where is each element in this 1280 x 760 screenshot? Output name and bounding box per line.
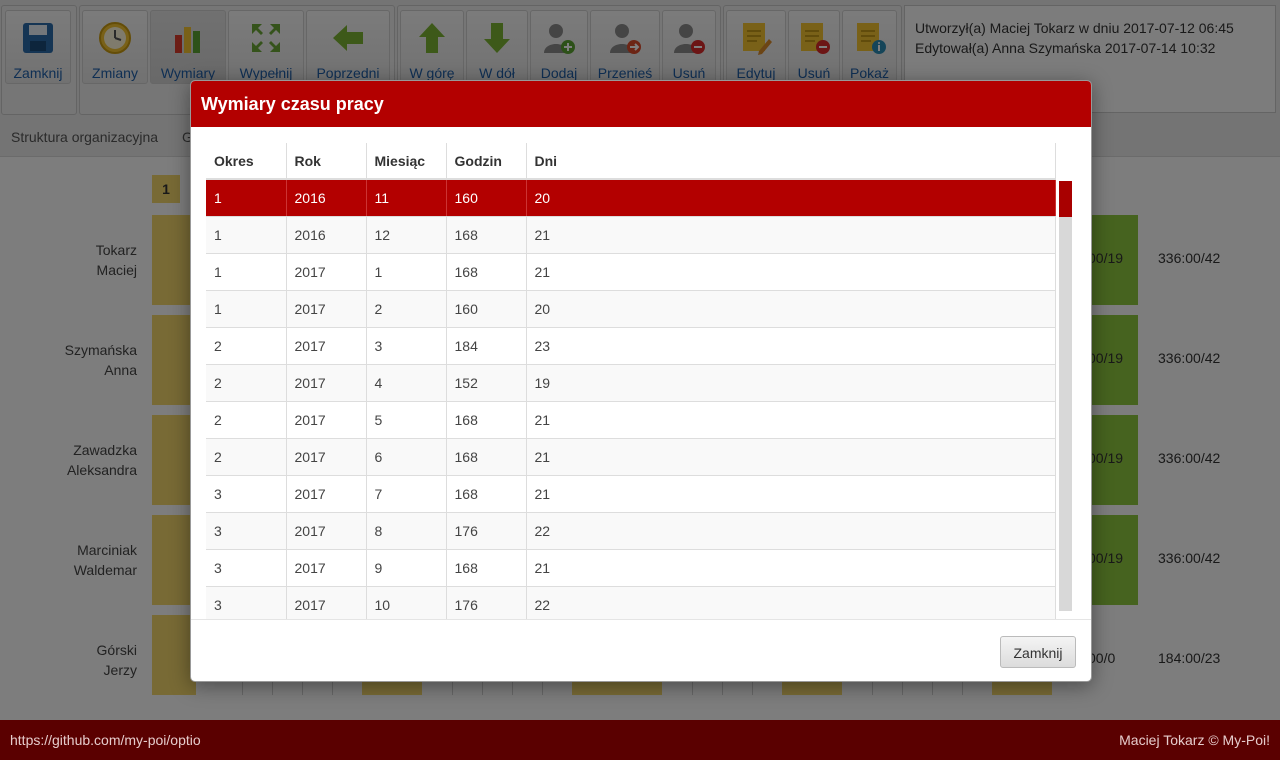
table-cell: 10 [366,586,447,619]
table-cell: 176 [446,512,527,550]
table-cell: 160 [446,179,527,217]
table-cell: 3 [206,512,287,550]
table-cell: 6 [366,438,447,476]
table-cell: 19 [526,364,1056,402]
table-cell: 152 [446,364,527,402]
table-row[interactable]: 1 2017 1 168 21 [206,253,1056,291]
copyright: Maciej Tokarz © My-Poi! [1119,732,1270,748]
table-row[interactable]: 2 2017 4 152 19 [206,364,1056,402]
table-cell: 168 [446,253,527,291]
table-cell: 2017 [286,253,367,291]
table-cell: 20 [526,290,1056,328]
table-cell: 2017 [286,586,367,619]
table-cell: 2017 [286,327,367,365]
column-header-hours[interactable]: Godzin [446,143,527,180]
table-cell: 168 [446,401,527,439]
table-cell: 21 [526,475,1056,513]
table-scrollbar[interactable] [1059,181,1072,611]
table-cell: 2017 [286,364,367,402]
table-cell: 168 [446,216,527,254]
repository-link[interactable]: https://github.com/my-poi/optio [10,732,201,748]
table-cell: 2016 [286,216,367,254]
table-cell: 2017 [286,438,367,476]
table-row[interactable]: 2 2017 6 168 21 [206,438,1056,476]
table-row[interactable]: 3 2017 7 168 21 [206,475,1056,513]
table-cell: 2 [206,327,287,365]
table-row[interactable]: 1 2016 11 160 20 [206,179,1056,217]
table-cell: 2017 [286,401,367,439]
table-row[interactable]: 3 2017 10 176 22 [206,586,1056,619]
table-cell: 2 [206,364,287,402]
table-cell: 176 [446,586,527,619]
table-cell: 1 [206,179,287,217]
table-cell: 2 [206,401,287,439]
table-cell: 8 [366,512,447,550]
dialog-title: Wymiary czasu pracy [191,81,1091,127]
column-header-year[interactable]: Rok [286,143,367,180]
table-cell: 2017 [286,512,367,550]
column-header-days[interactable]: Dni [526,143,1056,180]
table-cell: 4 [366,364,447,402]
table-cell: 168 [446,438,527,476]
table-cell: 21 [526,253,1056,291]
table-cell: 2017 [286,549,367,587]
table-cell: 3 [206,586,287,619]
table-cell: 9 [366,549,447,587]
table-cell: 21 [526,401,1056,439]
table-cell: 3 [206,549,287,587]
work-time-dimensions-dialog: Wymiary czasu pracy Okres Rok Miesiąc Go… [190,80,1092,682]
table-scrollbar-thumb[interactable] [1059,181,1072,217]
table-cell: 7 [366,475,447,513]
table-header-row: Okres Rok Miesiąc Godzin Dni [206,143,1056,180]
footer: https://github.com/my-poi/optio Maciej T… [0,720,1280,760]
table-cell: 2 [366,290,447,328]
table-cell: 11 [366,179,447,217]
table-cell: 1 [206,290,287,328]
table-cell: 21 [526,216,1056,254]
table-cell: 184 [446,327,527,365]
table-row[interactable]: 3 2017 9 168 21 [206,549,1056,587]
table-cell: 1 [206,253,287,291]
table-row[interactable]: 1 2017 2 160 20 [206,290,1056,328]
table-cell: 168 [446,475,527,513]
table-cell: 160 [446,290,527,328]
table-cell: 3 [366,327,447,365]
table-cell: 2017 [286,290,367,328]
dialog-footer: Zamknij [191,619,1091,681]
column-header-period[interactable]: Okres [206,143,287,180]
column-header-month[interactable]: Miesiąc [366,143,447,180]
table-cell: 22 [526,512,1056,550]
table-cell: 5 [366,401,447,439]
table-cell: 20 [526,179,1056,217]
table-row[interactable]: 1 2016 12 168 21 [206,216,1056,254]
table-cell: 2017 [286,475,367,513]
table-cell: 1 [366,253,447,291]
table-row[interactable]: 2 2017 3 184 23 [206,327,1056,365]
table-cell: 1 [206,216,287,254]
table-cell: 21 [526,438,1056,476]
table-cell: 2 [206,438,287,476]
table-cell: 12 [366,216,447,254]
table-cell: 21 [526,549,1056,587]
table-cell: 23 [526,327,1056,365]
table-cell: 168 [446,549,527,587]
table-row[interactable]: 2 2017 5 168 21 [206,401,1056,439]
dimensions-table-container: Okres Rok Miesiąc Godzin Dni 1 2016 11 160 2… [206,143,1074,619]
table-cell: 2016 [286,179,367,217]
dimensions-table: Okres Rok Miesiąc Godzin Dni 1 2016 11 160 2… [206,143,1056,619]
table-cell: 3 [206,475,287,513]
table-cell: 22 [526,586,1056,619]
dialog-close-button[interactable]: Zamknij [1000,636,1076,668]
table-row[interactable]: 3 2017 8 176 22 [206,512,1056,550]
